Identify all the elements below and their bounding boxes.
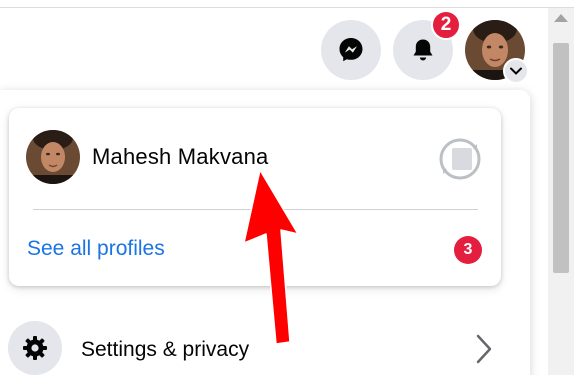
bell-icon xyxy=(413,39,433,61)
red-arrow-annotation xyxy=(243,170,299,345)
profile-avatar xyxy=(26,130,80,184)
scrollbar[interactable] xyxy=(548,8,574,375)
gear-icon xyxy=(23,336,47,360)
chevron-right-icon xyxy=(476,334,492,364)
settings-privacy-label: Settings & privacy xyxy=(81,338,250,361)
chevron-down-icon xyxy=(503,58,529,84)
see-all-profiles-link[interactable]: See all profiles xyxy=(27,237,165,261)
settings-icon-container xyxy=(8,321,62,375)
notifications-count: 2 xyxy=(440,14,452,35)
scroll-up-arrow-icon[interactable] xyxy=(554,14,568,22)
profile-name: Mahesh Makvana xyxy=(92,144,269,169)
switch-profile-icon[interactable] xyxy=(435,134,485,184)
scrollbar-thumb[interactable] xyxy=(553,43,569,273)
facebook-account-menu-page: 2 Mahesh Makvana See all profiles 3 Sett… xyxy=(0,0,574,375)
current-profile[interactable]: Mahesh Makvana xyxy=(26,130,268,184)
profiles-count: 3 xyxy=(463,241,473,258)
messenger-button[interactable] xyxy=(321,20,381,80)
profiles-count-badge: 3 xyxy=(454,236,482,264)
account-menu-button[interactable] xyxy=(465,20,529,84)
top-border xyxy=(0,0,574,8)
notifications-count-badge: 2 xyxy=(431,10,461,40)
messenger-icon xyxy=(339,38,363,62)
